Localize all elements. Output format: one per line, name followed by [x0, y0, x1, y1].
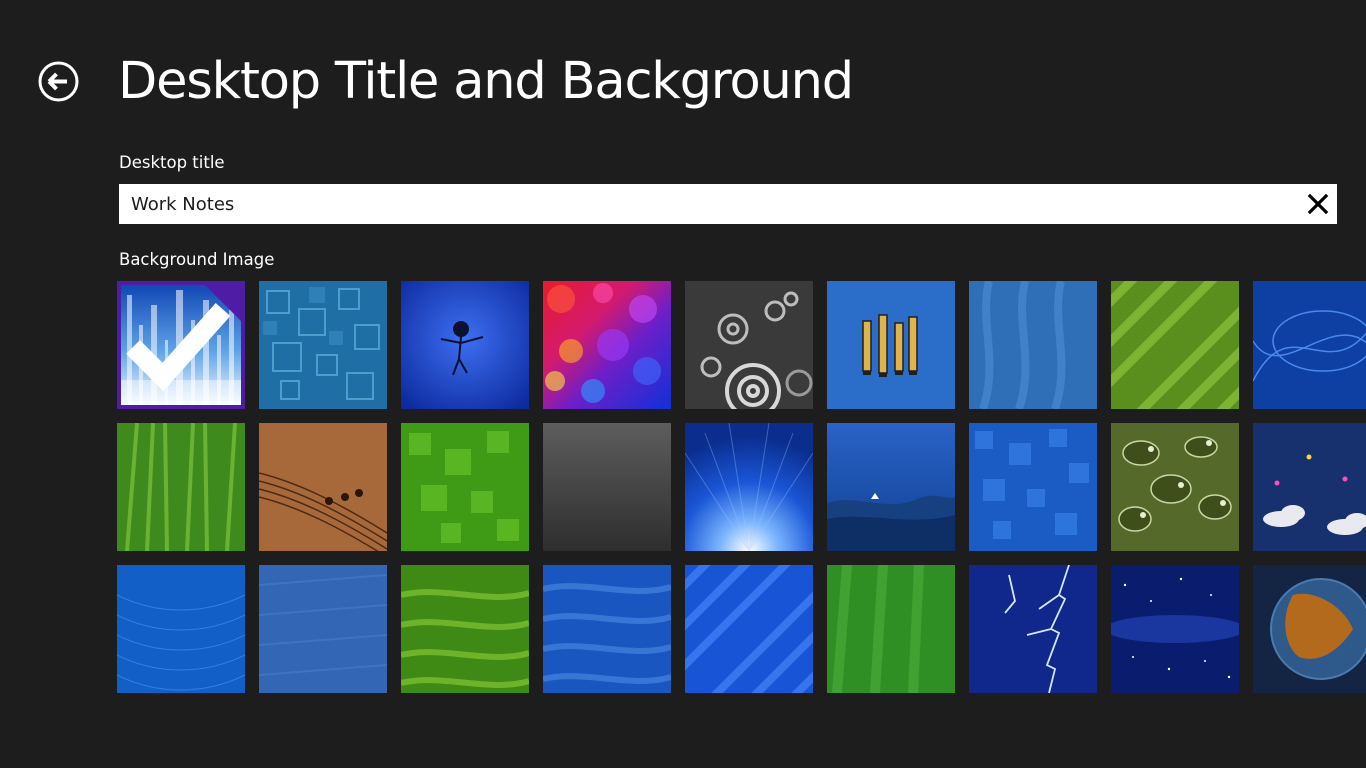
background-tile-blue-lightning[interactable] [969, 565, 1097, 693]
page-title: Desktop Title and Background [118, 52, 854, 111]
checkmark-icon [126, 303, 231, 392]
background-tile-blue-waves[interactable] [969, 281, 1097, 409]
background-tile-earth-globe[interactable] [1253, 565, 1366, 693]
desktop-title-label: Desktop title [119, 153, 225, 172]
background-tile-green-grass[interactable] [117, 423, 245, 551]
background-tile-music-staff[interactable] [259, 423, 387, 551]
background-tile-blue-swirls[interactable] [1253, 281, 1366, 409]
clear-text-icon[interactable] [1307, 193, 1329, 215]
background-image-label: Background Image [119, 250, 275, 269]
background-tile-starry-night[interactable] [1111, 565, 1239, 693]
background-tile-gray-texture[interactable] [543, 423, 671, 551]
background-tile-clouds-and-planes[interactable] [1253, 423, 1366, 551]
background-tile-blue-fabric[interactable] [259, 565, 387, 693]
background-tile-pencils-on-blue[interactable] [827, 281, 955, 409]
background-tile-metal-gears[interactable] [685, 281, 813, 409]
background-tile-green-fabric-folds[interactable] [827, 565, 955, 693]
background-tile-blue-diagonal-stripes[interactable] [685, 565, 813, 693]
desktop-title-input[interactable] [119, 184, 1279, 224]
background-tile-blue-web[interactable] [117, 565, 245, 693]
background-image-grid [117, 281, 1366, 693]
background-tile-teal-squares[interactable] [259, 281, 387, 409]
background-tile-blue-curves[interactable] [543, 565, 671, 693]
background-tile-blue-sunburst[interactable] [685, 423, 813, 551]
back-arrow-icon[interactable] [38, 61, 79, 102]
background-tile-green-diagonal-stripes[interactable] [1111, 281, 1239, 409]
background-tile-blue-ocean-horizon[interactable] [827, 423, 955, 551]
background-tile-green-cell-pattern[interactable] [1111, 423, 1239, 551]
background-tile-blue-light-streaks[interactable] [117, 281, 245, 409]
background-tile-blue-stick-figure[interactable] [401, 281, 529, 409]
background-tile-blue-mosaic[interactable] [969, 423, 1097, 551]
desktop-title-background-page: Desktop Title and Background Desktop tit… [0, 0, 1366, 768]
background-tile-green-curves[interactable] [401, 565, 529, 693]
background-tile-green-squares[interactable] [401, 423, 529, 551]
background-tile-rainbow-bokeh[interactable] [543, 281, 671, 409]
desktop-title-field[interactable] [119, 184, 1337, 224]
